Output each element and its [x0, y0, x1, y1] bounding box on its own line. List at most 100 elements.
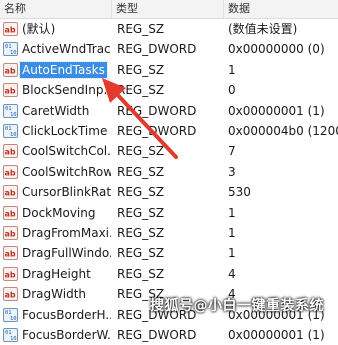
value-data-cell: 1: [228, 246, 236, 261]
value-name-cell[interactable]: 01 10 FocusBorderW...: [3, 325, 111, 345]
value-data-cell: 530: [228, 185, 251, 200]
svg-text:ab: ab: [5, 291, 16, 300]
value-name-cell[interactable]: ab DragWidth: [3, 284, 111, 304]
registry-value-row[interactable]: ab DragHeight REG_SZ 4: [0, 264, 338, 284]
value-name-label: FocusBorderH...: [22, 307, 111, 322]
svg-text:ab: ab: [5, 168, 16, 177]
value-type-cell: REG_SZ: [117, 205, 165, 220]
value-name-cell[interactable]: 01 10 ClickLockTime: [3, 121, 111, 141]
value-data-cell: 1: [228, 205, 236, 220]
string-value-icon: ab: [3, 144, 18, 159]
registry-value-row[interactable]: ab DragFromMaxi... REG_SZ 1: [0, 223, 338, 243]
value-name-cell[interactable]: ab DragFromMaxi...: [3, 223, 111, 243]
value-name-label: ActiveWndTrac...: [22, 42, 111, 57]
svg-text:10: 10: [10, 336, 17, 342]
value-type-cell: REG_SZ: [117, 83, 165, 98]
registry-value-row-selected[interactable]: ab AutoEndTasks REG_SZ 1: [0, 60, 338, 80]
value-type-cell: REG_DWORD: [117, 328, 197, 342]
string-value-icon: ab: [3, 266, 18, 281]
column-header-type[interactable]: 类型: [112, 0, 224, 18]
value-type-cell: REG_SZ: [117, 185, 165, 200]
value-data-cell: 0x00000000 (0): [228, 42, 325, 57]
registry-value-row[interactable]: ab CoolSwitchCol... REG_SZ 7: [0, 141, 338, 161]
binary-value-icon: 01 10: [3, 124, 18, 138]
value-name-label: DockMoving: [22, 205, 96, 220]
value-name-cell[interactable]: ab DragFullWindo...: [3, 243, 111, 263]
binary-value-icon: 01 10: [3, 307, 18, 322]
value-data-cell: (数值未设置): [228, 22, 298, 36]
value-name-cell[interactable]: ab CursorBlinkRate: [3, 182, 111, 202]
string-value-icon: ab: [3, 164, 18, 179]
value-name-cell[interactable]: 0110 ActiveWndTrac...: [3, 39, 111, 59]
registry-value-row[interactable]: ab BlockSendInp... REG_SZ 0: [0, 80, 338, 100]
svg-text:ab: ab: [5, 209, 16, 218]
value-name-label: CoolSwitchRows: [22, 164, 111, 179]
svg-text:ab: ab: [5, 87, 16, 96]
string-value-icon: ab: [3, 62, 18, 77]
watermark-text: 搜狐号@小白一键重装系统: [150, 298, 324, 314]
value-name-cell[interactable]: ab CoolSwitchCol...: [3, 141, 111, 161]
svg-text:ab: ab: [5, 66, 16, 75]
value-type-cell: REG_SZ: [117, 144, 165, 159]
svg-text:10: 10: [10, 112, 17, 118]
binary-value-icon: 01 10: [3, 42, 18, 57]
value-name-label: AutoEndTasks: [19, 60, 108, 79]
value-type-cell: REG_SZ: [117, 62, 165, 77]
registry-value-row[interactable]: ab CursorBlinkRate REG_SZ 530: [0, 182, 338, 202]
value-data-cell: 0x00000001 (1): [228, 328, 325, 342]
value-name-cell[interactable]: 01 10 FocusBorderH...: [3, 305, 111, 325]
registry-value-row[interactable]: 01 10 FocusBorderW... REG_DWORD 0x00000001 (…: [0, 325, 338, 345]
value-data-cell: 7: [228, 144, 236, 159]
binary-value-icon: 01 10: [3, 103, 18, 118]
registry-value-row[interactable]: ab DockMoving REG_SZ 1: [0, 203, 338, 223]
value-data-cell: 1: [228, 62, 236, 77]
string-value-icon: ab: [3, 22, 18, 36]
svg-text:ab: ab: [5, 270, 16, 279]
value-data-cell: 1: [228, 226, 236, 240]
value-name-label: DragWidth: [22, 287, 87, 302]
registry-value-row[interactable]: 0110 ActiveWndTrac... REG_DWORD 0x00000000 …: [0, 39, 338, 59]
column-header-name[interactable]: 名称: [0, 0, 112, 18]
registry-value-row[interactable]: ab (默认) REG_SZ (数值未设置): [0, 19, 338, 39]
value-name-cell[interactable]: ab (默认): [3, 19, 111, 39]
value-data-cell: 3: [228, 164, 236, 179]
string-value-icon: ab: [3, 205, 18, 220]
value-data-cell: 0x000004b0 (1200): [228, 124, 338, 138]
svg-text:ab: ab: [5, 250, 16, 259]
registry-value-row[interactable]: 01 10 CaretWidth REG_DWORD 0x00000001 (1): [0, 101, 338, 121]
value-name-label: BlockSendInp...: [22, 83, 111, 98]
value-name-cell[interactable]: ab DragHeight: [3, 264, 111, 284]
column-header-bar: 名称 类型 数据: [0, 0, 338, 19]
value-type-cell: REG_SZ: [117, 22, 165, 36]
value-type-cell: REG_DWORD: [117, 103, 197, 118]
svg-text:ab: ab: [5, 148, 16, 157]
svg-text:ab: ab: [5, 26, 16, 35]
registry-value-row[interactable]: ab DragFullWindo... REG_SZ 1: [0, 243, 338, 263]
value-name-cell[interactable]: ab DockMoving: [3, 203, 111, 223]
svg-text:ab: ab: [5, 189, 16, 198]
string-value-icon: ab: [3, 185, 18, 200]
value-name-label: ClickLockTime: [22, 124, 108, 138]
value-name-label: CoolSwitchCol...: [22, 144, 111, 159]
value-name-label: (默认): [22, 22, 56, 36]
value-type-cell: REG_SZ: [117, 226, 165, 240]
value-data-cell: 0: [228, 83, 236, 98]
svg-text:10: 10: [10, 132, 17, 138]
value-type-cell: REG_SZ: [117, 266, 165, 281]
value-type-cell: REG_DWORD: [117, 124, 197, 138]
registry-value-row[interactable]: ab CoolSwitchRows REG_SZ 3: [0, 162, 338, 182]
value-name-label: DragFullWindo...: [22, 246, 111, 261]
value-name-cell[interactable]: 01 10 CaretWidth: [3, 101, 111, 121]
svg-text:ab: ab: [5, 230, 16, 239]
value-name-cell[interactable]: ab AutoEndTasks: [3, 60, 111, 80]
string-value-icon: ab: [3, 226, 18, 240]
value-name-label: DragHeight: [22, 266, 91, 281]
svg-text:10: 10: [10, 50, 17, 56]
registry-value-row[interactable]: 01 10 ClickLockTime REG_DWORD 0x000004b0 (12…: [0, 121, 338, 141]
value-name-label: DragFromMaxi...: [22, 226, 111, 240]
value-data-cell: 0x00000001 (1): [228, 103, 325, 118]
string-value-icon: ab: [3, 287, 18, 302]
value-name-cell[interactable]: ab BlockSendInp...: [3, 80, 111, 100]
column-header-data[interactable]: 数据: [224, 0, 338, 18]
value-name-cell[interactable]: ab CoolSwitchRows: [3, 162, 111, 182]
